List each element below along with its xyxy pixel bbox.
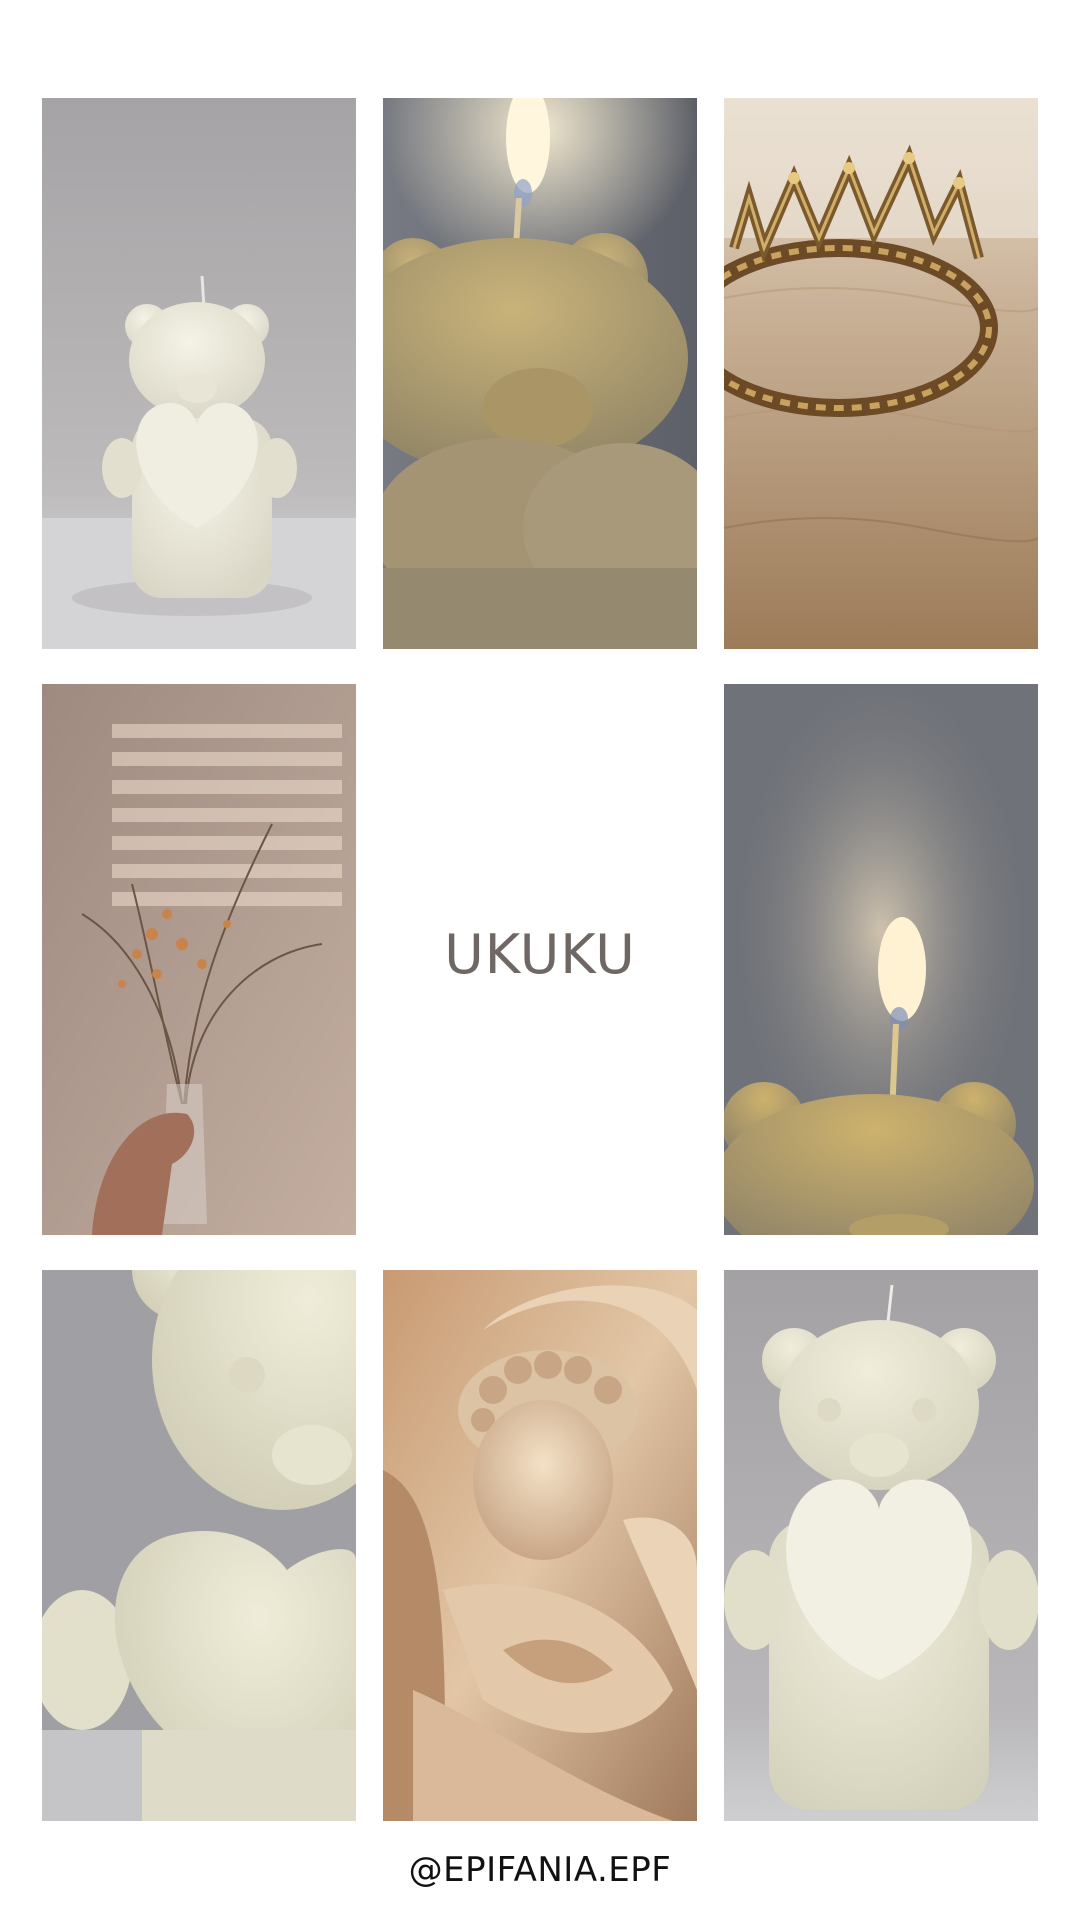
instagram-handle: @EPIFANIA.EPF <box>408 1850 672 1890</box>
lit-bear-candle-closeup-photo <box>383 98 697 649</box>
bear-heart-candle-closeup-photo <box>42 1270 356 1821</box>
marble-sculpture-photo <box>383 1270 697 1821</box>
brand-title: UKUKU <box>444 923 636 986</box>
lit-bear-candle-photo <box>724 684 1038 1235</box>
bear-heart-candle-photo <box>42 98 356 649</box>
dried-flowers-vase-photo <box>42 684 356 1235</box>
bear-heart-candle-full-photo <box>724 1270 1038 1821</box>
gold-crown-photo <box>724 98 1038 649</box>
